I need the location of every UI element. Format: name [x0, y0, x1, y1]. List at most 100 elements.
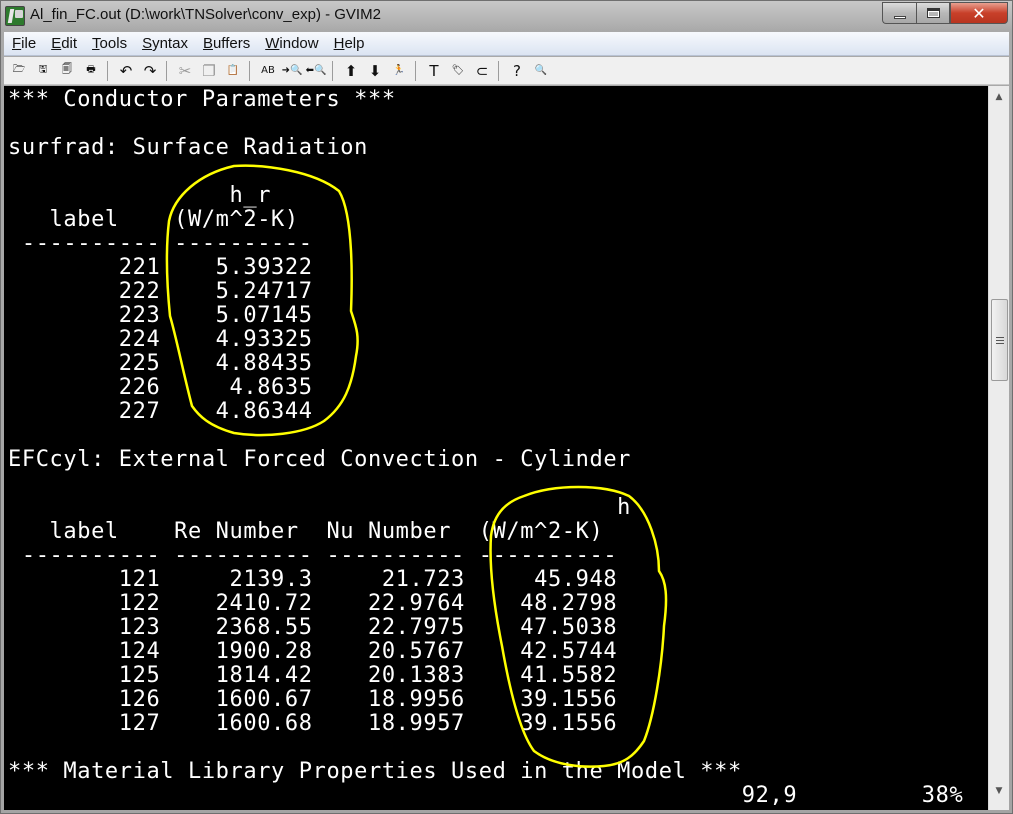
- copy-icon: ❐: [202, 61, 216, 80]
- save-all-button[interactable]: 🗐: [55, 59, 79, 83]
- buffer-line: 126 1600.67 18.9956 39.1556: [8, 687, 618, 712]
- title-bar[interactable]: Al_fin_FC.out (D:\work\TNSolver\conv_exp…: [1, 1, 1012, 31]
- menu-mnemonic: T: [92, 35, 100, 52]
- make-button[interactable]: T: [422, 59, 446, 83]
- status-line: 92,9 38%: [8, 783, 964, 808]
- minimize-button[interactable]: [882, 2, 916, 24]
- print-icon: 🖶: [86, 64, 96, 75]
- vertical-scrollbar[interactable]: ▲ ▼: [988, 86, 1009, 810]
- menu-label-rest: dit: [61, 35, 78, 52]
- undo-button[interactable]: ↶: [114, 59, 138, 83]
- menu-label-rest: uffers: [212, 35, 251, 52]
- buffer-line: label Re Number Nu Number (W/m^2-K): [8, 519, 604, 544]
- run-script-button[interactable]: 🏃: [387, 59, 411, 83]
- menu-window[interactable]: Window: [257, 35, 325, 52]
- jump-tag-icon: ⊂: [475, 61, 489, 80]
- save-session-icon: ⬇: [368, 61, 382, 80]
- toolbar-separator: [332, 60, 333, 81]
- menu-edit[interactable]: Edit: [43, 35, 84, 52]
- buffer-text[interactable]: *** Conductor Parameters *** surfrad: Su…: [8, 88, 963, 808]
- buffer-line: 125 1814.42 20.1383 41.5582: [8, 663, 618, 688]
- build-tags-icon: 🏷: [451, 65, 465, 76]
- buffer-line: 222 5.24717: [8, 279, 313, 304]
- save-icon: 🖫: [38, 64, 48, 75]
- buffer-line: 122 2410.72 22.9764 48.2798: [8, 591, 618, 616]
- menu-mnemonic: F: [12, 35, 22, 52]
- buffer-line: [8, 424, 963, 448]
- editor-buffer[interactable]: *** Conductor Parameters *** surfrad: Su…: [4, 86, 988, 810]
- save-all-icon: 🗐: [62, 64, 72, 75]
- buffer-line: 127 1600.68 18.9957 39.1556: [8, 711, 618, 736]
- maximize-button[interactable]: [916, 2, 950, 24]
- find-prev-button[interactable]: ⬅🔍: [304, 59, 328, 83]
- buffer-line: [8, 112, 963, 136]
- find-next-icon: ➜🔍: [281, 65, 303, 76]
- undo-icon: ↶: [119, 61, 133, 80]
- menu-mnemonic: E: [51, 35, 62, 52]
- buffer-line: 227 4.86344: [8, 399, 313, 424]
- cut-button[interactable]: ✂: [173, 59, 197, 83]
- buffer-line: 221 5.39322: [8, 255, 313, 280]
- buffer-line: [8, 736, 963, 760]
- find-prev-icon: ⬅🔍: [305, 65, 327, 76]
- scroll-down-arrow-icon[interactable]: ▼: [989, 782, 1009, 800]
- make-icon: T: [429, 61, 439, 80]
- toolbar-separator: [498, 60, 499, 81]
- scrollbar-thumb[interactable]: [991, 299, 1008, 381]
- buffer-line: *** Material Library Properties Used in …: [8, 759, 742, 784]
- menu-label-rest: ools: [99, 35, 128, 52]
- buffer-line: 225 4.88435: [8, 351, 313, 376]
- load-session-button[interactable]: ⬆: [339, 59, 363, 83]
- load-session-icon: ⬆: [344, 61, 358, 80]
- buffer-line: surfrad: Surface Radiation: [8, 135, 368, 160]
- close-button[interactable]: ✕: [950, 2, 1008, 24]
- minimize-icon: [893, 15, 906, 19]
- maximize-icon: [926, 8, 940, 18]
- help-icon: ?: [513, 61, 521, 80]
- paste-button[interactable]: 📋: [221, 59, 245, 83]
- redo-icon: ↷: [143, 61, 157, 80]
- buffer-line: [8, 160, 963, 184]
- menu-help[interactable]: Help: [326, 35, 372, 52]
- jump-tag-button[interactable]: ⊂: [470, 59, 494, 83]
- buffer-line: 124 1900.28 20.5767 42.5744: [8, 639, 618, 664]
- open-button[interactable]: 🗁: [7, 59, 31, 83]
- find-next-button[interactable]: ➜🔍: [280, 59, 304, 83]
- menu-tools[interactable]: Tools: [84, 35, 134, 52]
- run-script-icon: 🏃: [392, 65, 406, 76]
- save-session-button[interactable]: ⬇: [363, 59, 387, 83]
- menu-label-rest: elp: [344, 35, 365, 52]
- save-button[interactable]: 🖫: [31, 59, 55, 83]
- find-replace-icon: AB: [261, 65, 275, 76]
- redo-button[interactable]: ↷: [138, 59, 162, 83]
- menu-label-rest: yntax: [152, 35, 188, 52]
- buffer-line: *** Conductor Parameters ***: [8, 87, 396, 112]
- toolbar-separator: [107, 60, 108, 81]
- build-tags-button[interactable]: 🏷: [446, 59, 470, 83]
- scroll-up-arrow-icon[interactable]: ▲: [989, 88, 1009, 106]
- buffer-line: h_r: [8, 183, 272, 208]
- copy-button[interactable]: ❐: [197, 59, 221, 83]
- menu-syntax[interactable]: Syntax: [134, 35, 195, 52]
- find-help-button[interactable]: 🔍: [529, 59, 553, 83]
- menu-mnemonic: W: [265, 35, 280, 52]
- open-icon: 🗁: [12, 64, 26, 75]
- toolbar: 🗁 🖫 🗐 🖶 ↶ ↷ ✂ ❐ 📋 AB ➜🔍 ⬅🔍 ⬆ ⬇ 🏃 T 🏷 ⊂? 🔍: [4, 57, 1009, 85]
- menu-label-rest: ile: [21, 35, 37, 52]
- menu-bar: File Edit Tools Syntax Buffers Window Help: [4, 32, 1009, 56]
- find-replace-button[interactable]: AB: [256, 59, 280, 83]
- menu-buffers[interactable]: Buffers: [195, 35, 257, 52]
- help-button[interactable]: ?: [505, 59, 529, 83]
- buffer-line: ---------- ---------- ---------- -------…: [8, 543, 618, 568]
- menu-mnemonic: S: [142, 35, 153, 52]
- print-button[interactable]: 🖶: [79, 59, 103, 83]
- buffer-line: EFCcyl: External Forced Convection - Cyl…: [8, 447, 632, 472]
- cut-icon: ✂: [178, 61, 192, 80]
- buffer-line: h: [8, 495, 632, 520]
- buffer-line: 226 4.8635: [8, 375, 313, 400]
- grip-icon: [995, 336, 1004, 344]
- menu-file[interactable]: File: [4, 35, 43, 52]
- toolbar-separator: [166, 60, 167, 81]
- toolbar-separator: [415, 60, 416, 81]
- gvim-app-icon[interactable]: [5, 6, 25, 26]
